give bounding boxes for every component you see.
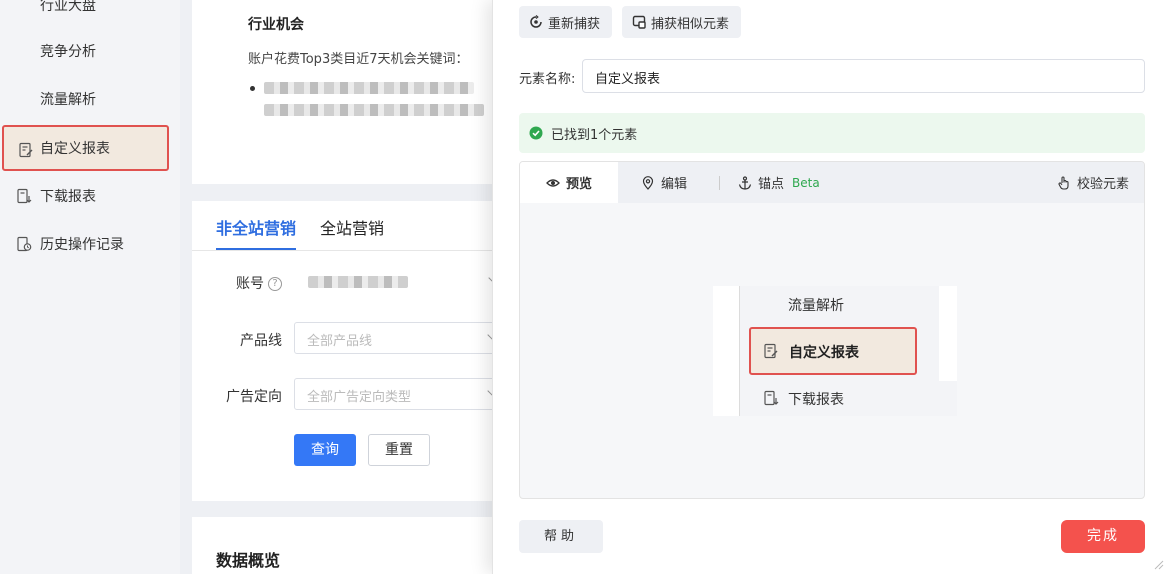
product-line-label: 产品线: [240, 333, 282, 349]
help-question-icon[interactable]: ?: [268, 277, 282, 291]
sidebar-item-label: 自定义报表: [40, 141, 110, 157]
list-bullet: [250, 86, 255, 91]
tab-site-marketing[interactable]: 全站营销: [320, 215, 384, 239]
account-select[interactable]: [294, 266, 504, 298]
beta-badge: Beta: [792, 175, 820, 190]
location-pin-icon: [642, 175, 654, 190]
element-preview-image: 流量解析 自定义报表 下载报表: [713, 286, 957, 416]
redacted-keywords: [264, 82, 474, 94]
element-name-label: 元素名称:: [519, 72, 576, 87]
section-description: 账户花费Top3类目近7天机会关键词：: [248, 52, 469, 67]
preview-right-strip: [939, 286, 957, 381]
overview-card: 数据概览: [192, 517, 502, 574]
report-edit-icon: [19, 142, 33, 158]
sidebar: 行业大盘 竞争分析 流量解析 自定义报表 下载报表 历史操作记录: [0, 0, 180, 574]
sidebar-item-label: 流量解析: [40, 92, 96, 108]
element-viewer: 预览 编辑 锚点 Beta 校验元素 流量解析 自定义报表 下载报表: [519, 161, 1145, 499]
tab-non-site-marketing[interactable]: 非全站营销: [216, 215, 297, 250]
sidebar-item-traffic[interactable]: 流量解析: [0, 76, 180, 122]
sidebar-item-label: 行业大盘: [40, 0, 96, 14]
filter-card: 非全站营销 全站营销 账号? 产品线 全部产品线 广告定向 全部广告定向类型 查…: [192, 201, 504, 501]
resize-handle-icon[interactable]: [1152, 558, 1164, 570]
eye-icon: [546, 178, 560, 187]
ad-targeting-select[interactable]: 全部广告定向类型: [294, 378, 504, 410]
overview-title: 数据概览: [216, 551, 281, 570]
product-line-select[interactable]: 全部产品线: [294, 322, 504, 354]
tab-edit[interactable]: 编辑: [641, 162, 687, 203]
hand-pointer-icon: [1058, 175, 1069, 190]
anchor-icon: [738, 175, 752, 190]
found-status-banner: 已找到1个元素: [519, 113, 1145, 153]
redacted-account: [308, 276, 408, 288]
sidebar-item-label: 下载报表: [40, 189, 96, 205]
report-edit-icon: [764, 343, 778, 359]
download-report-icon: [17, 188, 32, 204]
product-line-placeholder: 全部产品线: [307, 334, 373, 349]
account-label: 账号?: [192, 273, 282, 293]
found-message: 已找到1个元素: [551, 127, 638, 143]
done-button[interactable]: 完成: [1061, 520, 1145, 553]
capture-similar-button[interactable]: 捕获相似元素: [622, 6, 742, 38]
redacted-keywords: [264, 104, 484, 116]
help-button[interactable]: 帮助: [519, 520, 603, 553]
section-title: 行业机会: [248, 17, 304, 33]
viewer-tabs: 预览 编辑 锚点 Beta 校验元素: [520, 162, 1144, 203]
ad-targeting-label: 广告定向: [226, 389, 282, 405]
tab-anchor[interactable]: 锚点 Beta: [738, 162, 820, 203]
element-capture-panel: 重新捕获 捕获相似元素 元素名称: 自定义报表 已找到1个元素 预览 编辑 锚点…: [492, 0, 1168, 574]
sidebar-item-custom-report[interactable]: 自定义报表: [2, 125, 169, 171]
opportunity-card: 行业机会 账户花费Top3类目近7天机会关键词：: [192, 0, 502, 184]
preview-item-custom-report: 自定义报表: [749, 327, 917, 375]
capture-similar-icon: [632, 15, 646, 29]
recapture-icon: [530, 15, 542, 28]
element-name-input[interactable]: 自定义报表: [582, 59, 1145, 93]
reset-button[interactable]: 重置: [368, 434, 430, 466]
tab-preview[interactable]: 预览: [520, 162, 618, 203]
sidebar-item-label: 历史操作记录: [40, 237, 124, 253]
sidebar-item-label: 竞争分析: [40, 44, 96, 60]
success-check-icon: [529, 126, 543, 140]
tab-divider: [719, 176, 720, 190]
ad-targeting-placeholder: 全部广告定向类型: [307, 390, 412, 405]
preview-left-strip: [713, 286, 740, 416]
history-record-icon: [17, 236, 32, 252]
download-report-icon: [764, 390, 779, 406]
marketing-tabs: 非全站营销 全站营销: [192, 201, 502, 251]
recapture-button[interactable]: 重新捕获: [519, 6, 613, 38]
verify-element-button[interactable]: 校验元素: [1057, 162, 1129, 203]
preview-item-traffic: 流量解析: [788, 298, 844, 314]
sidebar-item-history[interactable]: 历史操作记录: [0, 221, 180, 267]
query-button[interactable]: 查询: [294, 434, 356, 466]
sidebar-item-competition[interactable]: 竞争分析: [0, 28, 180, 74]
preview-item-download: 下载报表: [788, 392, 844, 408]
sidebar-item-industry[interactable]: 行业大盘: [0, 0, 180, 28]
sidebar-item-download-report[interactable]: 下载报表: [0, 173, 180, 219]
